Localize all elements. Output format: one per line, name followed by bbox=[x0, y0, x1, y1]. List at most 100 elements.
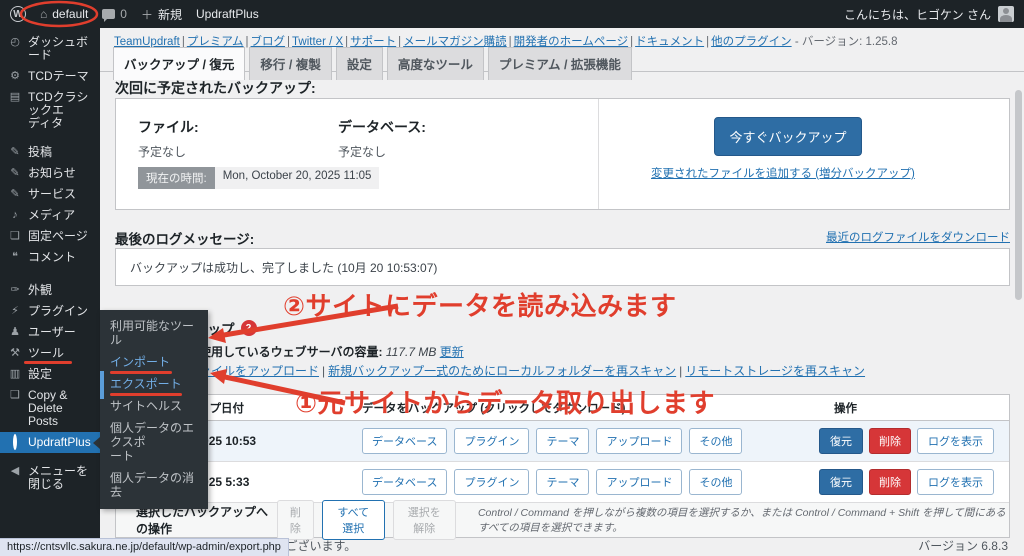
pin-icon: ✎ bbox=[9, 188, 21, 201]
delete-button[interactable]: 削除 bbox=[869, 428, 911, 454]
tab-settings[interactable]: 設定 bbox=[336, 47, 383, 80]
sidebar-item-pages[interactable]: ❏固定ページ bbox=[0, 226, 100, 247]
backup-utility-links: バックアップファイルをアップロード|新規バックアップ一式のためにローカルフォルダ… bbox=[115, 362, 865, 379]
sidebar-item-label: お知らせ bbox=[28, 167, 76, 180]
database-label: データベース: bbox=[338, 117, 426, 137]
new-label: 新規 bbox=[158, 6, 182, 23]
deselect-button[interactable]: 選択を解除 bbox=[393, 500, 456, 540]
download-themes-button[interactable]: テーマ bbox=[536, 428, 589, 454]
tab-backup-restore[interactable]: バックアップ / 復元 bbox=[113, 47, 245, 80]
home-icon: ⌂ bbox=[40, 7, 47, 21]
sidebar-item-settings[interactable]: ▥設定 bbox=[0, 364, 100, 385]
plugin-version: - バージョン: 1.25.8 bbox=[795, 36, 898, 48]
sidebar-item-news[interactable]: ✎お知らせ bbox=[0, 163, 100, 184]
wp-version-text: バージョン 6.8.3 bbox=[918, 537, 1008, 554]
delete-button[interactable]: 削除 bbox=[869, 469, 911, 495]
sidebar-item-updraftplus[interactable]: UpdraftPlus bbox=[0, 432, 100, 453]
backup-row: Oct 14, 2025 5:33 データベース プラグイン テーマ アップロー… bbox=[116, 462, 1009, 503]
sidebar-item-copy-delete-posts[interactable]: ❑Copy & Delete Posts bbox=[0, 385, 100, 432]
active-item-arrow-icon bbox=[87, 437, 100, 449]
sidebar-item-label: ツール bbox=[28, 347, 64, 360]
download-uploads-button[interactable]: アップロード bbox=[596, 428, 682, 454]
download-log-link[interactable]: 最近のログファイルをダウンロード bbox=[826, 229, 1010, 245]
download-plugins-button[interactable]: プラグイン bbox=[454, 469, 529, 495]
sidebar-item-label: TCDテーマ bbox=[28, 70, 89, 83]
current-time-label: 現在の時間: bbox=[138, 167, 215, 189]
annotation-step1-text: ①元サイトからデータ取り出します bbox=[295, 383, 715, 420]
restore-button[interactable]: 復元 bbox=[819, 469, 863, 495]
tab-migrate-clone[interactable]: 移行 / 複製 bbox=[249, 47, 331, 80]
view-log-button[interactable]: ログを表示 bbox=[917, 428, 994, 454]
wordpress-admin-page: W ⌂ default 0 ＋ 新規 UpdraftPlus こんにちは、ヒゴケ… bbox=[0, 0, 1024, 556]
backup-now-button[interactable]: 今すぐバックアップ bbox=[714, 117, 862, 156]
submenu-item-site-health[interactable]: サイトヘルス bbox=[100, 395, 208, 417]
incremental-backup-link[interactable]: 変更されたファイルを追加する (増分バックアップ) bbox=[651, 165, 915, 181]
download-themes-button[interactable]: テーマ bbox=[536, 469, 589, 495]
link-docs[interactable]: ドキュメント bbox=[635, 36, 704, 48]
rescan-local-link[interactable]: 新規バックアップ一式のためにローカルフォルダーを再スキャン bbox=[328, 364, 676, 378]
pin-icon: ✎ bbox=[9, 146, 21, 159]
bulk-delete-button[interactable]: 削除 bbox=[277, 500, 314, 540]
refresh-link[interactable]: 更新 bbox=[440, 345, 464, 359]
sidebar-item-comments[interactable]: ❝コメント bbox=[0, 247, 100, 268]
comment-icon: ❝ bbox=[9, 251, 21, 264]
sidebar-item-label: プラグイン bbox=[28, 305, 88, 318]
updraftplus-icon bbox=[9, 436, 21, 449]
submenu-item-export[interactable]: エクスポート bbox=[100, 373, 208, 395]
sidebar-item-label: 外観 bbox=[28, 284, 52, 297]
capacity-value: 117.7 MB bbox=[386, 345, 436, 359]
view-log-button[interactable]: ログを表示 bbox=[917, 469, 994, 495]
sidebar-item-label: メニューを閉じる bbox=[28, 465, 94, 491]
restore-button[interactable]: 復元 bbox=[819, 428, 863, 454]
download-database-button[interactable]: データベース bbox=[362, 469, 447, 495]
separator: | bbox=[676, 364, 685, 378]
scrollbar-thumb[interactable] bbox=[1015, 90, 1022, 300]
submenu-item-available-tools[interactable]: 利用可能なツール bbox=[100, 315, 208, 351]
rescan-remote-link[interactable]: リモートストレージを再スキャン bbox=[685, 364, 865, 378]
sidebar-item-collapse-menu[interactable]: ◀ メニューを閉じる bbox=[0, 461, 100, 495]
sidebar-item-users[interactable]: ♟ユーザー bbox=[0, 322, 100, 343]
tab-advanced-tools[interactable]: 高度なツール bbox=[387, 47, 484, 80]
submenu-item-import[interactable]: インポート bbox=[100, 351, 208, 373]
current-time-value: Mon, October 20, 2025 11:05 bbox=[215, 167, 380, 189]
sidebar-item-posts[interactable]: ✎ 投稿 bbox=[0, 142, 100, 163]
greeting-text[interactable]: こんにちは、ヒゴケン さん bbox=[844, 6, 991, 23]
comments-menu[interactable]: 0 bbox=[102, 7, 127, 21]
updraftplus-topbar-menu[interactable]: UpdraftPlus bbox=[196, 7, 259, 21]
media-icon: ♪ bbox=[9, 209, 21, 222]
sidebar-item-services[interactable]: ✎サービス bbox=[0, 184, 100, 205]
link-other-plugins[interactable]: 他のプラグイン bbox=[711, 36, 792, 48]
pages-icon: ❏ bbox=[9, 230, 21, 243]
submenu-item-erase-personal-data[interactable]: 個人データの消去 bbox=[100, 467, 208, 503]
sidebar-item-dashboard[interactable]: ◴ダッシュボード bbox=[0, 32, 100, 66]
download-uploads-button[interactable]: アップロード bbox=[596, 469, 682, 495]
tab-premium-extensions[interactable]: プレミアム / 拡張機能 bbox=[488, 47, 632, 80]
sidebar-item-label: 投稿 bbox=[28, 146, 52, 159]
collapse-icon: ◀ bbox=[9, 465, 21, 478]
download-others-button[interactable]: その他 bbox=[689, 469, 742, 495]
sidebar-item-media[interactable]: ♪メディア bbox=[0, 205, 100, 226]
select-all-button[interactable]: すべて選択 bbox=[322, 500, 384, 540]
sidebar-item-tcd-classic-editor[interactable]: ▤TCDクラシックエ ディタ bbox=[0, 87, 100, 134]
new-content-menu[interactable]: ＋ 新規 bbox=[141, 6, 182, 23]
download-database-button[interactable]: データベース bbox=[362, 428, 447, 454]
submenu-item-export-personal-data[interactable]: 個人データのエクスポ ート bbox=[100, 417, 208, 467]
submenu-item-label: エクスポート bbox=[110, 377, 182, 391]
user-avatar[interactable] bbox=[998, 6, 1014, 22]
wp-logo-menu[interactable]: W bbox=[10, 6, 26, 22]
admin-bar: W ⌂ default 0 ＋ 新規 UpdraftPlus こんにちは、ヒゴケ… bbox=[0, 0, 1024, 28]
download-others-button[interactable]: その他 bbox=[689, 428, 742, 454]
download-plugins-button[interactable]: プラグイン bbox=[454, 428, 529, 454]
gear-icon: ⚙ bbox=[9, 70, 21, 83]
files-label: ファイル: bbox=[138, 117, 199, 137]
sidebar-item-label: ダッシュボード bbox=[28, 36, 94, 62]
comment-icon bbox=[102, 9, 115, 19]
sidebar-item-tcd-theme[interactable]: ⚙ TCDテーマ bbox=[0, 66, 100, 87]
sidebar-item-tools[interactable]: ⚒ツール bbox=[0, 343, 100, 364]
multi-select-hint: Control / Command を押しながら複数の項目を選択するか、または … bbox=[478, 505, 1009, 535]
card-divider bbox=[598, 99, 599, 209]
site-menu[interactable]: ⌂ default bbox=[40, 7, 88, 21]
sidebar-item-appearance[interactable]: ✑外観 bbox=[0, 280, 100, 301]
copy-icon: ❑ bbox=[9, 389, 21, 402]
sidebar-item-plugins[interactable]: ⚡プラグイン bbox=[0, 301, 100, 322]
